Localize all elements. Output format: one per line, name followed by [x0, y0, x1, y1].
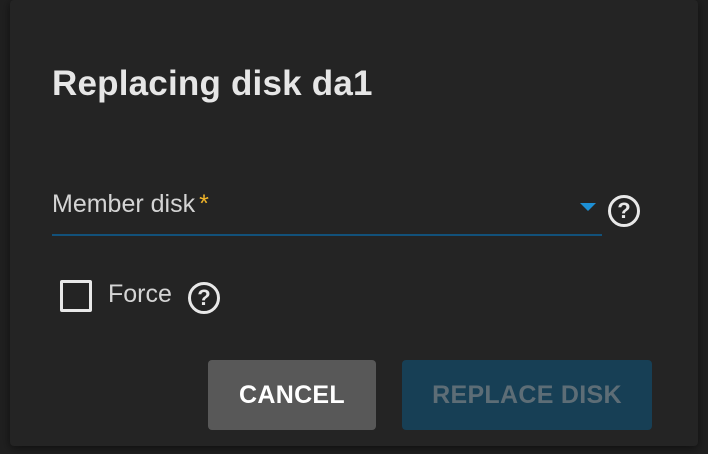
member-disk-label-text: Member disk: [52, 190, 196, 218]
member-disk-label: Member disk *: [52, 190, 209, 219]
replace-disk-dialog: Replacing disk da1 Member disk * ? Force …: [10, 0, 698, 446]
force-checkbox[interactable]: [60, 280, 92, 312]
force-help-icon[interactable]: ?: [188, 282, 220, 314]
dialog-title: Replacing disk da1: [52, 64, 373, 103]
required-marker: *: [199, 190, 209, 218]
cancel-button[interactable]: CANCEL: [208, 360, 376, 430]
member-disk-underline: [52, 234, 602, 236]
member-disk-select[interactable]: Member disk *: [52, 180, 602, 236]
dropdown-arrow-icon[interactable]: [580, 203, 596, 211]
force-label[interactable]: Force: [108, 280, 172, 309]
replace-disk-button[interactable]: REPLACE DISK: [402, 360, 652, 430]
member-disk-help-icon[interactable]: ?: [608, 195, 640, 227]
